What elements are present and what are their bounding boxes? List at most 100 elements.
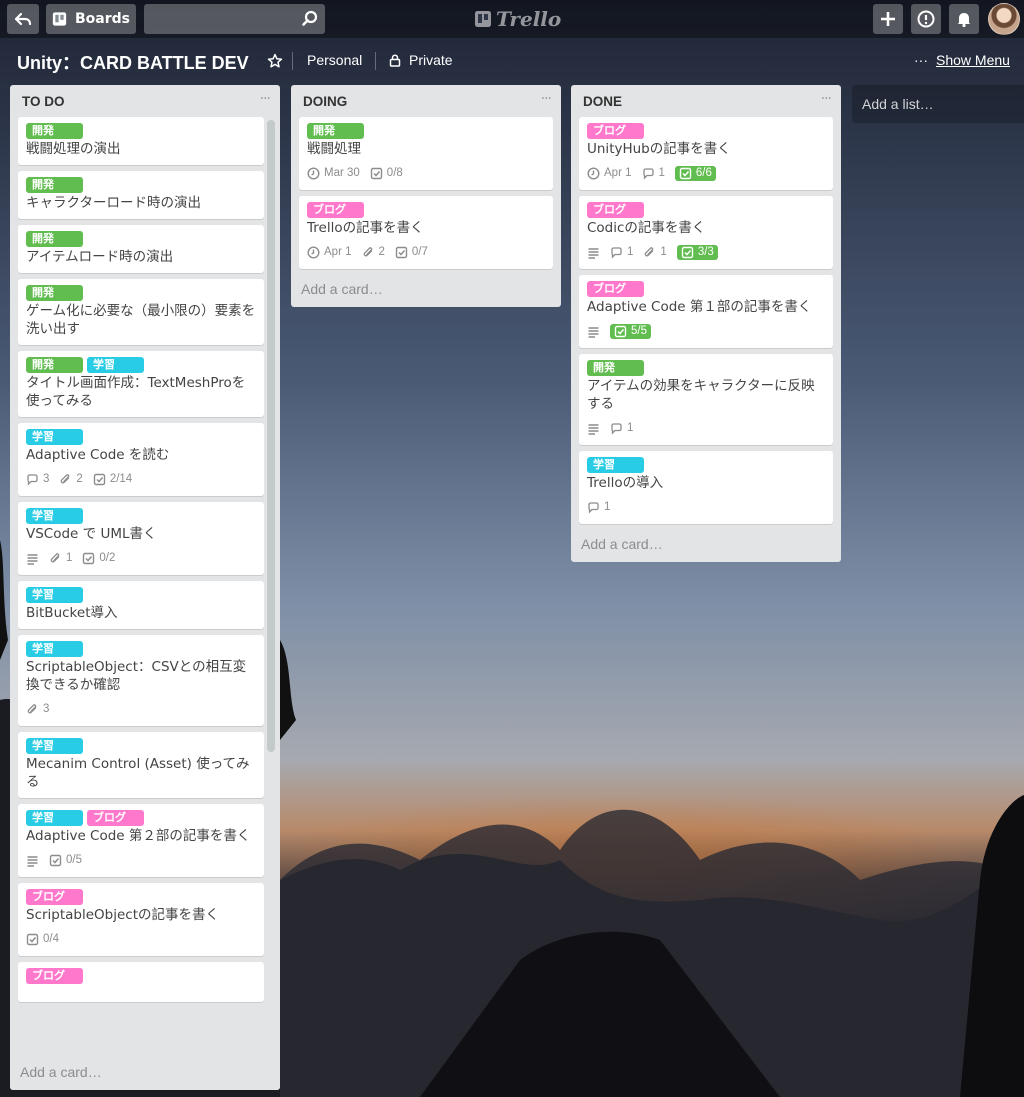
checklist-icon [93,473,106,486]
badge-text: 1 [658,167,665,179]
card-labels: 学習 [587,457,825,473]
info-button[interactable] [911,4,941,34]
card[interactable]: 開発 学習 タイトル画面作成：TextMeshProを使ってみる [18,351,264,417]
card-label: 学習 [26,738,83,754]
card[interactable]: 開発 アイテムの効果をキャラクターに反映する 1 [579,354,833,445]
attachment-icon [26,703,39,716]
list-menu-icon[interactable]: ··· [821,91,832,107]
card-label: 学習 [587,457,644,473]
star-icon[interactable] [267,53,283,69]
card-label: 学習 [26,508,83,524]
user-avatar[interactable] [988,3,1020,35]
card-labels: 学習 [26,429,256,445]
team-button[interactable]: Personal [307,52,362,68]
card-title: UnityHubの記事を書く [587,141,731,157]
badge-text: 0/7 [411,246,428,258]
card[interactable]: ブログ [18,962,264,1002]
card-labels: 開発 [26,177,256,193]
card-title: Adaptive Code を読む [26,447,170,463]
checklist-badge: 0/8 [370,167,403,180]
checklist-icon [82,552,95,565]
card[interactable]: 開発 アイテムロード時の演出 [18,225,264,273]
attachment-badge: 1 [643,246,667,259]
top-bar: Boards Trello [0,0,1024,38]
list-title[interactable]: DONE [583,94,622,109]
card[interactable]: ブログ ScriptableObjectの記事を書く 0/4 [18,883,264,956]
card[interactable]: ブログ Codicの記事を書く 1 1 3/3 [579,196,833,269]
list-title[interactable]: DOING [303,94,347,109]
card-label: 開発 [26,357,83,373]
create-button[interactable] [873,4,903,34]
card-badges: 3 2 2/14 [26,469,256,489]
card[interactable]: 学習 Adaptive Code を読む 3 2 2/14 [18,423,264,496]
card[interactable]: 開発 戦闘処理の演出 [18,117,264,165]
card-title: ScriptableObjectの記事を書く [26,907,220,923]
back-button[interactable] [7,4,39,34]
card[interactable]: 学習 Mecanim Control (Asset) 使ってみる [18,732,264,798]
badge-text: Apr 1 [604,167,632,179]
card-badges: Apr 1 2 0/7 [307,242,545,262]
boards-button[interactable]: Boards [46,4,136,34]
search-icon[interactable] [301,10,319,28]
notifications-button[interactable] [949,4,979,34]
badge-text: 1 [627,246,634,258]
card-badges: 1 [587,497,825,517]
list-done: DONE ··· ブログ UnityHubの記事を書く Apr 1 1 6/6 ブログ Codi… [571,85,841,562]
board-title[interactable]: Unity：CARD BATTLE DEV [17,49,249,75]
card[interactable]: 学習 ScriptableObject：CSVとの相互変換できるか確認 3 [18,635,264,726]
card-title: ゲーム化に必要な（最小限の）要素を洗い出す [26,303,256,337]
card-labels: 学習 [26,508,256,524]
card[interactable]: 学習 VSCode で UML書く 1 0/2 [18,502,264,575]
card[interactable]: 学習 BitBucket導入 [18,581,264,629]
card-title: BitBucket導入 [26,605,118,621]
checklist-icon [679,167,692,180]
card[interactable]: 学習 Trelloの導入 1 [579,451,833,524]
add-card-button[interactable]: Add a card… [571,530,841,562]
list-scrollbar[interactable] [267,120,275,752]
badge-text: 3/3 [697,246,714,258]
card-labels: ブログ [307,202,545,218]
add-list-button[interactable]: Add a list… [852,85,1024,123]
card[interactable]: ブログ UnityHubの記事を書く Apr 1 1 6/6 [579,117,833,190]
list-todo: TO DO ··· 開発 戦闘処理の演出 開発 キャラクターロード時の演出 開発 アイテムロー… [10,85,280,1090]
badge-text: Mar 30 [324,167,360,179]
description-badge [26,854,39,867]
add-card-button[interactable]: Add a card… [10,1056,280,1090]
clock-badge: Mar 30 [307,166,360,180]
card[interactable]: ブログ Trelloの記事を書く Apr 1 2 0/7 [299,196,553,269]
card[interactable]: ブログ Adaptive Code 第１部の記事を書く 5/5 [579,275,833,348]
badge-text: 2 [76,473,83,485]
card[interactable]: 開発ゲーム化に必要な（最小限の）要素を洗い出す [18,279,264,345]
comment-icon [610,246,623,259]
card-label: 学習 [26,810,83,826]
card-title: Trelloの記事を書く [307,220,424,236]
badge-text: 1 [660,246,667,258]
search-input[interactable] [144,4,325,34]
card-title: タイトル画面作成：TextMeshProを使ってみる [26,375,246,409]
card-labels: ブログ [26,968,256,984]
boards-icon [52,12,67,26]
clock-badge: Apr 1 [587,166,632,180]
visibility-button[interactable]: Private [409,52,453,68]
description-icon [26,854,39,867]
search-box[interactable] [144,4,325,34]
card[interactable]: 開発 キャラクターロード時の演出 [18,171,264,219]
list-title[interactable]: TO DO [22,94,65,109]
card-labels: 開発 [26,285,256,301]
card-title: ScriptableObject：CSVとの相互変換できるか確認 [26,659,247,693]
boards-label: Boards [75,11,130,27]
checklist-badge: 3/3 [676,244,718,260]
trello-logo[interactable]: Trello [474,6,561,32]
list-menu-icon[interactable]: ··· [260,91,271,107]
card-labels: 学習 [26,587,256,603]
badge-text: 1 [604,501,611,513]
list-menu-icon[interactable]: ··· [541,91,552,107]
badge-text: 0/5 [66,854,82,866]
description-badge [587,422,600,435]
card[interactable]: 開発 戦闘処理 Mar 30 0/8 [299,117,553,190]
badge-text: Apr 1 [324,246,352,258]
list-header: DONE ··· [571,85,841,117]
show-menu-button[interactable]: ··· Show Menu [914,52,1010,68]
card[interactable]: 学習 ブログ Adaptive Code 第２部の記事を書く 0/5 [18,804,264,877]
add-card-button[interactable]: Add a card… [291,275,561,307]
